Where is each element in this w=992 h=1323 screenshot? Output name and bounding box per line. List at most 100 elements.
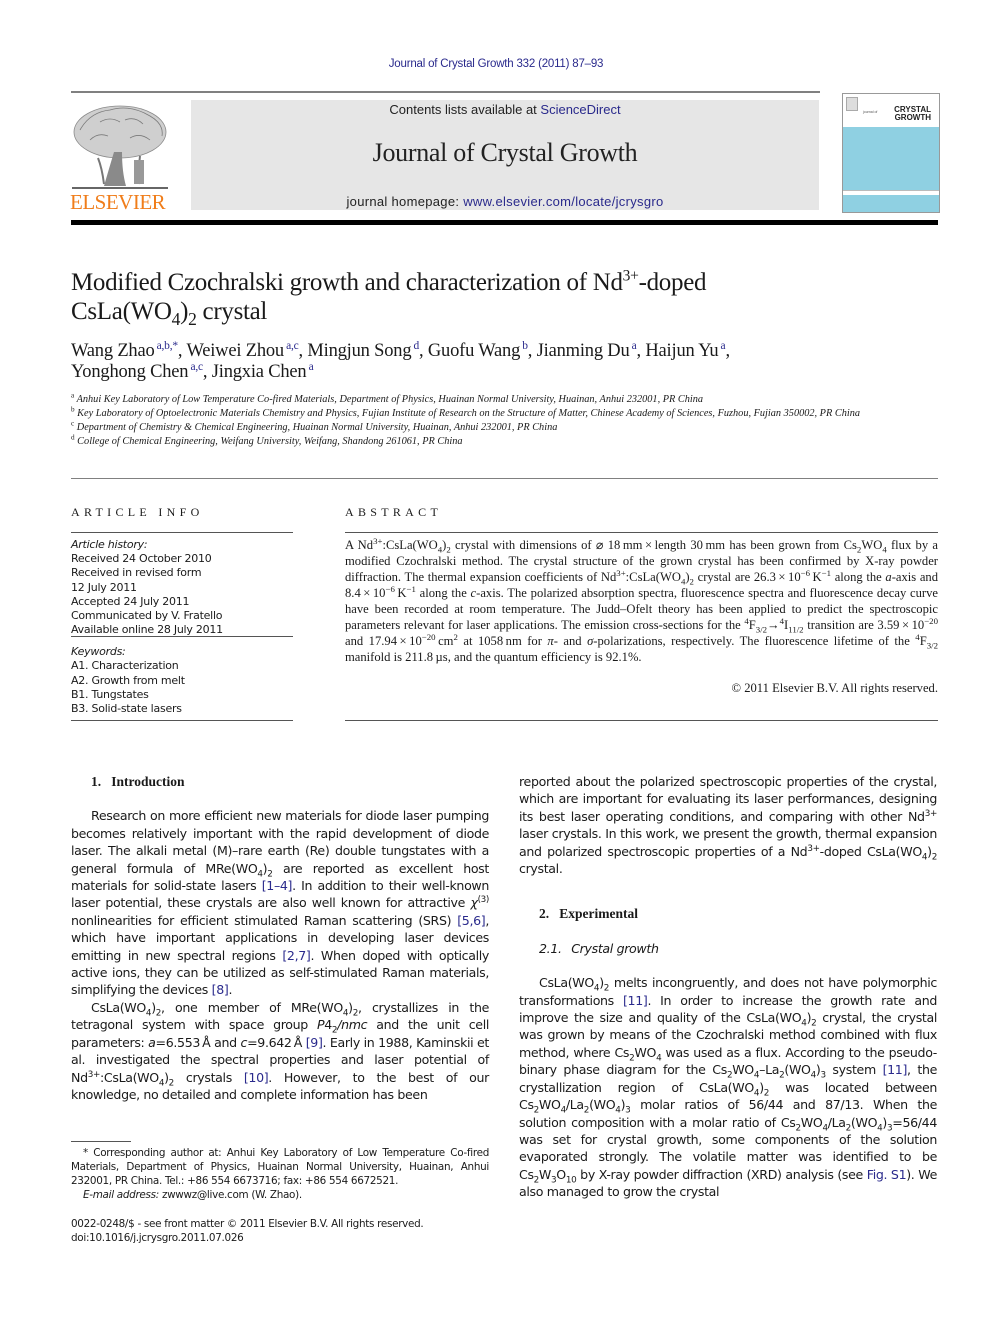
sciencedirect-link[interactable]: ScienceDirect	[540, 102, 620, 117]
author[interactable]: Wang Zhao	[71, 341, 155, 361]
text-run: A Nd	[345, 538, 374, 552]
body-column-right: reported about the polarized spectroscop…	[519, 773, 937, 1201]
text-run: crystal	[196, 298, 268, 325]
citation-link[interactable]: [11]	[883, 1062, 908, 1077]
keyword-item: A2. Growth from melt	[71, 673, 185, 687]
text-run: :CsLa(WO	[625, 570, 681, 584]
citation-link[interactable]: [11]	[623, 993, 648, 1008]
contents-line: Contents lists available at ScienceDirec…	[191, 102, 819, 117]
corresponding-author-note: * Corresponding author at: Anhui Key Lab…	[71, 1147, 489, 1187]
section-heading: 1. Introduction	[91, 774, 185, 789]
footnote-rule	[71, 1141, 131, 1142]
subscript: 4	[171, 309, 181, 329]
affiliation-text: College of Chemical Engineering, Weifang…	[74, 436, 463, 447]
citation-link[interactable]: [5,6]	[457, 913, 485, 928]
text-run: .	[228, 982, 233, 998]
superscript: 3+	[616, 567, 626, 578]
history-list: Received 24 October 2010 Received in revi…	[71, 552, 293, 637]
cover-publisher-icon	[846, 97, 858, 111]
cover-divider	[843, 190, 939, 191]
email-address[interactable]: zwwwz@live.com (W. Zhao).	[159, 1189, 302, 1201]
text-run: manifold is 211.8 µs, and the quantum ef…	[345, 650, 642, 664]
author[interactable]: Haijun Yu	[645, 341, 718, 361]
keyword-item: B1. Tungstates	[71, 687, 149, 701]
text-run: /La	[565, 1097, 584, 1113]
author-affiliation-marker[interactable]: d	[411, 340, 419, 352]
contents-prefix: Contents lists available at	[389, 102, 541, 117]
author-affiliation-marker[interactable]: a	[718, 340, 726, 352]
homepage-line: journal homepage: www.elsevier.com/locat…	[191, 194, 819, 209]
running-head[interactable]: Journal of Crystal Growth 332 (2011) 87–…	[0, 58, 992, 70]
citation-link[interactable]: Fig. S1	[867, 1167, 907, 1182]
text-run: CsLa(WO	[91, 999, 146, 1015]
superscript: 3+	[924, 808, 938, 819]
keyword-item: A1. Characterization	[71, 659, 179, 673]
citation-link[interactable]: [8]	[212, 982, 229, 997]
text-run: Modified Czochralski growth and characte…	[71, 269, 623, 296]
author-affiliation-marker[interactable]: a,b,*	[155, 340, 179, 352]
author-affiliation-marker[interactable]: b	[520, 340, 528, 352]
elsevier-wordmark: ELSEVIER	[70, 190, 166, 214]
journal-homepage-link[interactable]: www.elsevier.com/locate/jcrysgro	[463, 194, 663, 209]
header-rule	[71, 91, 820, 93]
text-run: 4	[324, 1017, 332, 1033]
italic-text: a	[148, 1034, 156, 1050]
citation-link[interactable]: [2,7]	[282, 948, 310, 963]
author[interactable]: Mingjun Song	[307, 341, 411, 361]
text-run: F	[919, 634, 927, 648]
article-info-heading: ARTICLE INFO	[71, 505, 204, 519]
text-run: -doped CsLa(WO	[819, 843, 923, 859]
text-run: WO	[861, 538, 883, 552]
text-run: system	[825, 1062, 883, 1078]
citation-link[interactable]: [10]	[244, 1070, 269, 1085]
superscript: −20	[421, 631, 436, 642]
abstract-heading: ABSTRACT	[345, 505, 443, 519]
author-affiliation-marker[interactable]: a	[306, 361, 314, 373]
text-run: crystals	[173, 1069, 244, 1085]
citation-link[interactable]: [9]	[306, 1035, 323, 1050]
author[interactable]: Jingxia Chen	[212, 362, 307, 382]
text-run: CsLa(WO	[71, 298, 172, 325]
text-run: K	[394, 586, 407, 600]
subscript: 2	[931, 852, 938, 863]
doi-line[interactable]: doi:10.1016/j.jcrysgro.2011.07.026	[71, 1231, 489, 1245]
superscript: (3)	[477, 895, 490, 906]
text-run: :CsLa(WO	[382, 538, 438, 552]
author-affiliation-marker[interactable]: a,c	[284, 340, 299, 352]
journal-banner: Contents lists available at ScienceDirec…	[191, 100, 819, 210]
superscript: −6	[800, 567, 811, 578]
text-run: WO	[800, 1114, 823, 1130]
article-info-rule	[71, 720, 293, 721]
affiliation-text: Department of Chemistry & Chemical Engin…	[74, 422, 558, 433]
history-item: Received in revised form	[71, 566, 202, 580]
author-affiliation-marker[interactable]: a,c	[188, 361, 203, 373]
affiliation: c Department of Chemistry & Chemical Eng…	[71, 420, 931, 435]
footnote: * Corresponding author at: Anhui Key Lab…	[71, 1146, 489, 1202]
affiliation: b Key Laboratory of Optoelectronic Mater…	[71, 406, 931, 421]
superscript: −1	[821, 567, 832, 578]
author[interactable]: Yonghong Chen	[71, 362, 189, 382]
superscript: 3+	[622, 267, 639, 285]
text-run: transition are 3.59 × 10	[803, 618, 925, 632]
affiliation-text: Key Laboratory of Optoelectronic Materia…	[74, 408, 861, 419]
superscript: −1	[406, 583, 416, 594]
abstract-text: A Nd3+:CsLa(WO4)2 crystal with dimension…	[345, 536, 938, 665]
article-info-rule	[71, 532, 293, 533]
author[interactable]: Weiwei Zhou	[186, 341, 284, 361]
elsevier-logo[interactable]: ELSEVIER	[70, 100, 180, 214]
author-affiliation-marker[interactable]: a	[630, 340, 637, 352]
citation-link[interactable]: [1–4]	[262, 878, 293, 893]
history-item: 12 July 2011	[71, 580, 137, 594]
author[interactable]: Jianming Du	[537, 341, 630, 361]
text-run: -doped	[638, 269, 707, 296]
affiliation: a Anhui Key Laboratory of Low Temperatur…	[71, 392, 931, 407]
journal-cover-thumbnail[interactable]: journal of CRYSTAL GROWTH	[842, 93, 940, 213]
italic-text: χ	[470, 895, 478, 911]
history-label: Article history:	[71, 538, 148, 551]
author[interactable]: Guofu Wang	[428, 341, 520, 361]
header-thick-rule	[71, 220, 938, 225]
text-run: WO	[732, 1062, 754, 1078]
